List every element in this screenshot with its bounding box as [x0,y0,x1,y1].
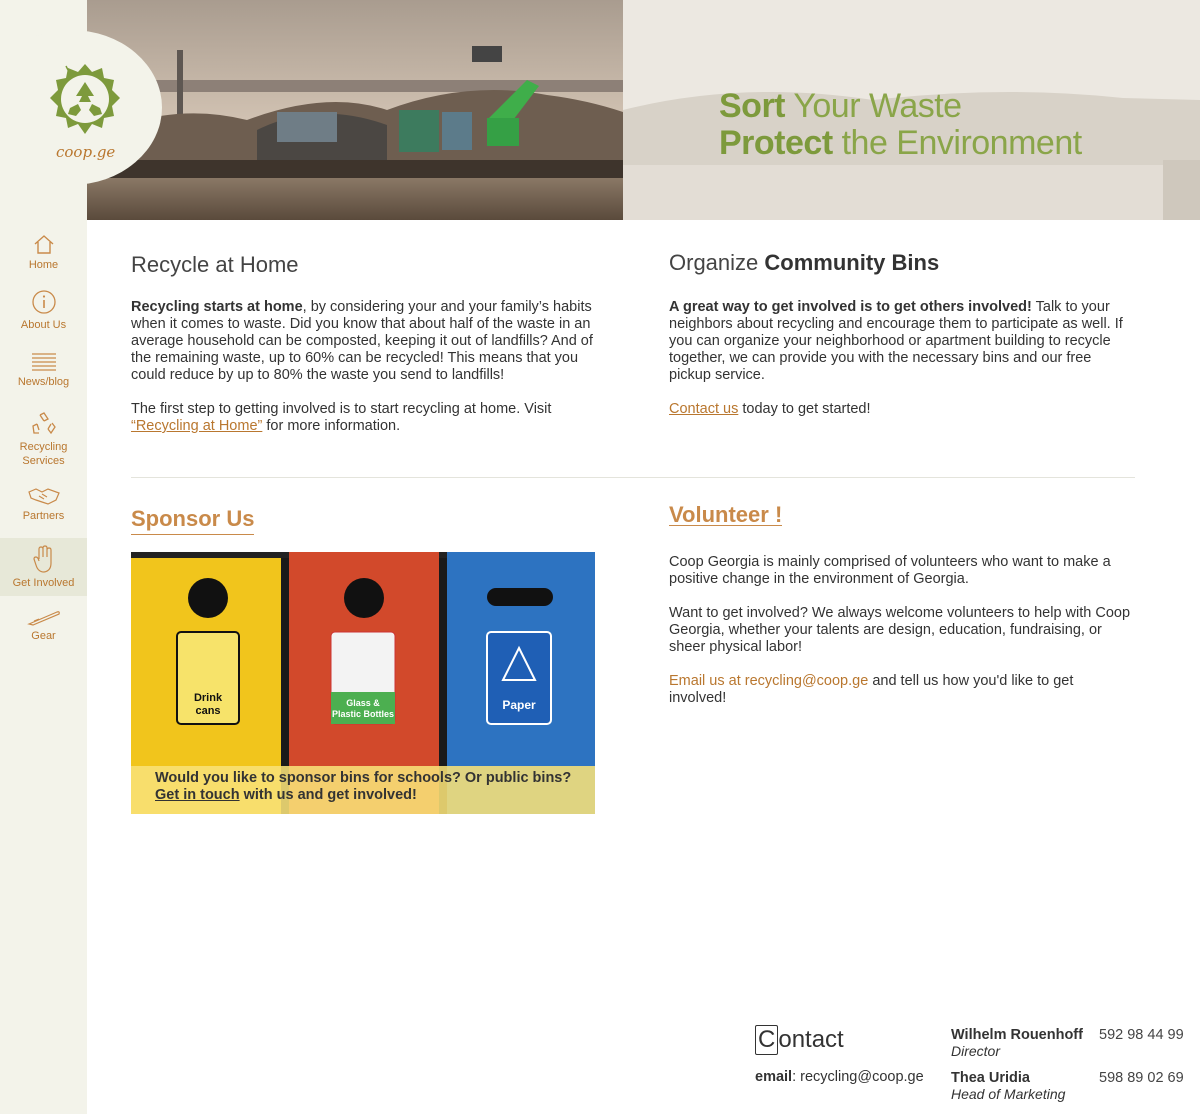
nav-label: Get Involved [12,576,75,589]
section-title: Organize Community Bins [669,252,1131,274]
sidebar-nav: Home About Us News/blog Recycling Servic… [0,222,87,654]
volunteer-section: Volunteer ! Coop Georgia is mainly compr… [669,502,1131,724]
nav-item-about-us[interactable]: About Us [0,281,87,339]
paragraph-text: for more information. [266,418,401,434]
notebook-icon: C [755,1025,779,1055]
nav-label: About Us [20,318,67,331]
recycle-icon [31,411,56,434]
hand-icon [32,544,52,573]
tagline-your-waste: Your Waste [793,87,962,125]
recycling-at-home-link[interactable]: “Recycling at Home” [131,418,262,434]
nav-label: Home [28,258,59,271]
email-label: email [755,1069,793,1085]
nav-label: Recycling Services [19,440,68,467]
nav-label: Partners [22,509,65,522]
person-role: Head of Marketing [951,1086,1066,1102]
paragraph: Want to get involved? We always welcome … [669,605,1131,655]
paragraph-lead: A great way to get involved is to get ot… [669,299,1032,315]
paragraph: A great way to get involved is to get ot… [669,299,1131,384]
paragraph: Email us at recycling@coop.ge and tell u… [669,673,1131,707]
nav-item-get-involved[interactable]: Get Involved [0,538,87,596]
bin-label-glass-plastic: Glass & Plastic Bottles [331,698,395,719]
person-name: Wilhelm Rouenhoff [951,1027,1083,1043]
paragraph: Recycling starts at home, by considering… [131,299,593,384]
contact-title: C ontact [755,1025,844,1055]
recycle-logo-icon[interactable] [46,60,124,138]
paragraph: Contact us today to get started! [669,401,1131,418]
tagline-sort: Sort [719,87,786,125]
nav-item-news-blog[interactable]: News/blog [0,341,87,399]
nav-item-home[interactable]: Home [0,227,87,277]
nav-item-partners[interactable]: Partners [0,475,87,533]
sponsor-us-section: Sponsor Us [131,506,255,549]
section-title: Recycle at Home [131,252,299,277]
section-title: Sponsor Us [131,506,255,535]
contact-person: Wilhelm Rouenhoff Director [951,1027,1083,1059]
community-bins-section: Organize Community Bins A great way to g… [669,252,1131,435]
nav-label: Gear [31,629,56,642]
hero-banner: Sort Your Waste Protect the Environment [87,0,1200,220]
nav-item-gear[interactable]: Gear [0,596,87,654]
nav-item-recycling-services[interactable]: Recycling Services [0,403,87,475]
info-icon [31,289,56,314]
news-icon [31,352,56,371]
tagline-environment: the Environment [841,124,1083,162]
get-in-touch-link[interactable]: Get in touch [155,787,240,803]
email-value[interactable]: : recycling@coop.ge [792,1069,924,1085]
contact-title-text: ontact [778,1026,844,1053]
hero-tagline: Sort Your Waste Protect the Environment [719,88,1082,162]
caption-line: Would you like to sponsor bins for schoo… [155,770,572,786]
recycling-yard-photo [87,0,623,220]
person-phone[interactable]: 598 89 02 69 [1099,1070,1184,1086]
sponsor-caption: Would you like to sponsor bins for schoo… [131,766,595,814]
contact-person: Thea Uridia Head of Marketing [951,1070,1065,1102]
email-us-link[interactable]: Email us at recycling@coop.ge [669,673,868,689]
bin-label-paper: Paper [502,698,536,712]
section-divider [131,477,1135,478]
paragraph: The first step to getting involved is to… [131,401,593,435]
nav-label: News/blog [17,375,70,388]
person-name: Thea Uridia [951,1070,1030,1086]
person-phone[interactable]: 592 98 44 99 [1099,1027,1184,1043]
paragraph: Coop Georgia is mainly comprised of volu… [669,554,1111,587]
section-title: Volunteer ! [669,502,783,527]
paragraph-lead: Recycling starts at home [131,299,303,315]
paragraph-text: The first step to getting involved is to… [131,401,552,417]
logo-text[interactable]: coop.ge [56,143,115,161]
paragraph-text: today to get started! [742,401,871,417]
tagline-protect: Protect [719,124,833,162]
contact-us-link[interactable]: Contact us [669,401,738,417]
title-light: Organize [669,250,759,275]
bin-label-drink-cans: Drink cans [193,692,223,717]
recycle-at-home-section: Recycle at Home Recycling starts at home… [131,252,593,452]
handshake-icon [27,487,60,505]
contact-email: email: recycling@coop.ge [755,1069,924,1085]
home-icon [34,234,53,254]
caption-text: with us and get involved! [243,787,417,803]
recycling-bins-image[interactable]: Drink cans Glass & Plastic Bottles Paper… [131,552,595,814]
person-role: Director [951,1043,1001,1059]
gear-icon [26,610,60,626]
title-bold: Community Bins [764,250,940,275]
